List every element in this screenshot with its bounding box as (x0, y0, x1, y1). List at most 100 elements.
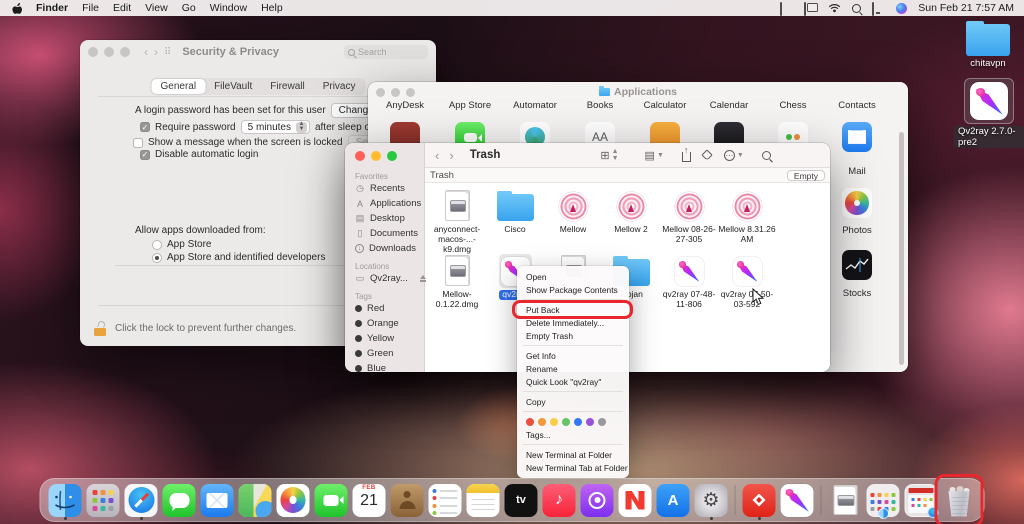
menu-item-new-terminal-tab[interactable]: New Terminal Tab at Folder (517, 461, 629, 474)
menu-item-quick-look[interactable]: Quick Look "qv2ray" (517, 375, 629, 388)
menu-item-open[interactable]: Open (517, 270, 629, 283)
desktop-icon-chitavpn[interactable]: chitavpn (953, 24, 1023, 69)
dock-launchpad[interactable] (86, 481, 121, 519)
forward-icon[interactable]: › (449, 148, 453, 163)
app-label-stocks[interactable]: Stocks (843, 288, 872, 299)
app-label-calculator[interactable]: Calculator (644, 100, 687, 111)
tag-yellow[interactable] (550, 418, 558, 426)
minimize-button[interactable] (391, 88, 400, 97)
menu-item-get-info[interactable]: Get Info (517, 349, 629, 362)
dock-reminders[interactable] (428, 481, 463, 519)
dock-dmg-file[interactable] (828, 481, 863, 519)
menu-item-empty-trash[interactable]: Empty Trash (517, 329, 629, 342)
menu-bar-clock[interactable]: Sun Feb 21 7:57 AM (918, 2, 1014, 14)
scrollbar[interactable] (899, 132, 904, 365)
sidebar-tag-yellow[interactable]: Yellow (355, 333, 394, 344)
menu-item-help[interactable]: Help (261, 2, 283, 14)
identified-developers-radio[interactable] (152, 253, 162, 263)
back-icon[interactable]: ‹ (435, 148, 439, 163)
desktop-icon-qv2ray[interactable]: Qv2ray 2.7.0-pre2 (954, 78, 1024, 148)
app-label-photos[interactable]: Photos (842, 225, 872, 236)
close-button[interactable] (376, 88, 385, 97)
share-icon[interactable] (682, 149, 691, 162)
interval-select[interactable]: 5 minutes ▲▼ (241, 120, 310, 134)
dock-calendar[interactable]: FEB 21 (352, 481, 387, 519)
sidebar-tag-green[interactable]: Green (355, 348, 393, 359)
file-mellow-2[interactable]: Mellow 2 (602, 189, 660, 235)
menu-item-new-terminal[interactable]: New Terminal at Folder (517, 448, 629, 461)
app-icon-stocks[interactable] (842, 250, 872, 280)
file-mellow-dmg[interactable]: Mellow-0.1.22.dmg (428, 254, 486, 310)
menu-item-tags[interactable]: Tags... (517, 428, 629, 441)
sidebar-tag-orange[interactable]: Orange (355, 318, 399, 329)
dock-facetime[interactable] (314, 481, 349, 519)
zoom-button[interactable] (406, 88, 415, 97)
app-label-calendar[interactable]: Calendar (710, 100, 749, 111)
dock-minimized-window[interactable] (904, 481, 939, 519)
search-icon[interactable] (762, 151, 771, 160)
sidebar-item-downloads[interactable]: ↓Downloads (355, 243, 416, 254)
sidebar-tag-blue[interactable]: Blue (355, 363, 386, 372)
app-icon-photos[interactable] (842, 188, 872, 218)
siri-icon[interactable] (896, 3, 907, 14)
close-button[interactable] (355, 151, 365, 161)
tag-blue[interactable] (574, 418, 582, 426)
icon-size-control[interactable]: ⊞▲▼ (600, 148, 618, 162)
close-button[interactable] (88, 47, 98, 57)
sidebar-item-applications[interactable]: AApplications (355, 198, 421, 209)
menu-item-view[interactable]: View (145, 2, 168, 14)
spotlight-icon[interactable] (852, 4, 861, 13)
dock-music[interactable]: ♪ (542, 481, 577, 519)
display-icon[interactable] (872, 3, 885, 14)
show-message-checkbox[interactable] (133, 138, 143, 148)
menu-item-file[interactable]: File (82, 2, 99, 14)
dock-downloads-stack[interactable] (866, 481, 901, 519)
lock-icon[interactable] (94, 321, 107, 336)
tags-icon[interactable] (703, 151, 711, 159)
dock-messages[interactable] (162, 481, 197, 519)
dock-qv2ray[interactable] (780, 481, 815, 519)
search-field[interactable]: Search (344, 45, 428, 59)
file-cisco-folder[interactable]: Cisco (486, 189, 544, 235)
tag-purple[interactable] (586, 418, 594, 426)
require-password-checkbox[interactable]: ✓ (140, 122, 150, 132)
dock-finder[interactable] (48, 481, 83, 519)
menu-item-go[interactable]: Go (182, 2, 196, 14)
app-label-books[interactable]: Books (587, 100, 613, 111)
file-qv2ray-0748[interactable]: qv2ray 07-48-11-806 (660, 254, 718, 310)
dock-safari[interactable] (124, 481, 159, 519)
eject-icon[interactable] (419, 275, 427, 283)
forward-icon[interactable]: › (154, 45, 158, 59)
dock-anydesk[interactable] (742, 481, 777, 519)
tab-firewall[interactable]: Firewall (261, 79, 313, 94)
tag-gray[interactable] (598, 418, 606, 426)
tag-orange[interactable] (538, 418, 546, 426)
app-label-automator[interactable]: Automator (513, 100, 557, 111)
menu-item-put-back[interactable]: Put Back (517, 303, 629, 316)
app-label-anydesk[interactable]: AnyDesk (386, 100, 424, 111)
app-label-chess[interactable]: Chess (780, 100, 807, 111)
dock-contacts[interactable] (390, 481, 425, 519)
show-all-icon[interactable]: ⠿ (164, 47, 172, 58)
more-actions-icon[interactable]: ⋯▼ (724, 150, 744, 161)
file-mellow-timestamp[interactable]: Mellow 08-26-27-305 (660, 189, 718, 245)
sidebar-item-recents[interactable]: ◷Recents (355, 183, 405, 194)
dock-trash[interactable] (942, 481, 977, 519)
menu-item-delete-immediately[interactable]: Delete Immediately... (517, 316, 629, 329)
wifi-icon[interactable] (828, 3, 841, 13)
dock-podcasts[interactable] (580, 481, 615, 519)
dock-photos[interactable] (276, 481, 311, 519)
dock-app-store[interactable]: A (656, 481, 691, 519)
dock-maps[interactable] (238, 481, 273, 519)
tag-green[interactable] (562, 418, 570, 426)
app-label-contacts[interactable]: Contacts (838, 100, 876, 111)
dock-system-preferences[interactable]: ⚙ (694, 481, 729, 519)
group-by-icon[interactable]: ▤▼ (645, 149, 664, 162)
titlebar[interactable]: ‹ › ⠿ Security & Privacy Search (80, 40, 436, 64)
dock-tv[interactable]: tv (504, 481, 539, 519)
mission-control-icon[interactable] (804, 3, 817, 14)
menu-item-finder[interactable]: Finder (36, 2, 68, 14)
app-icon-mail[interactable] (842, 122, 872, 152)
empty-trash-button[interactable]: Empty (787, 170, 825, 181)
disable-auto-login-checkbox[interactable]: ✓ (140, 150, 150, 160)
